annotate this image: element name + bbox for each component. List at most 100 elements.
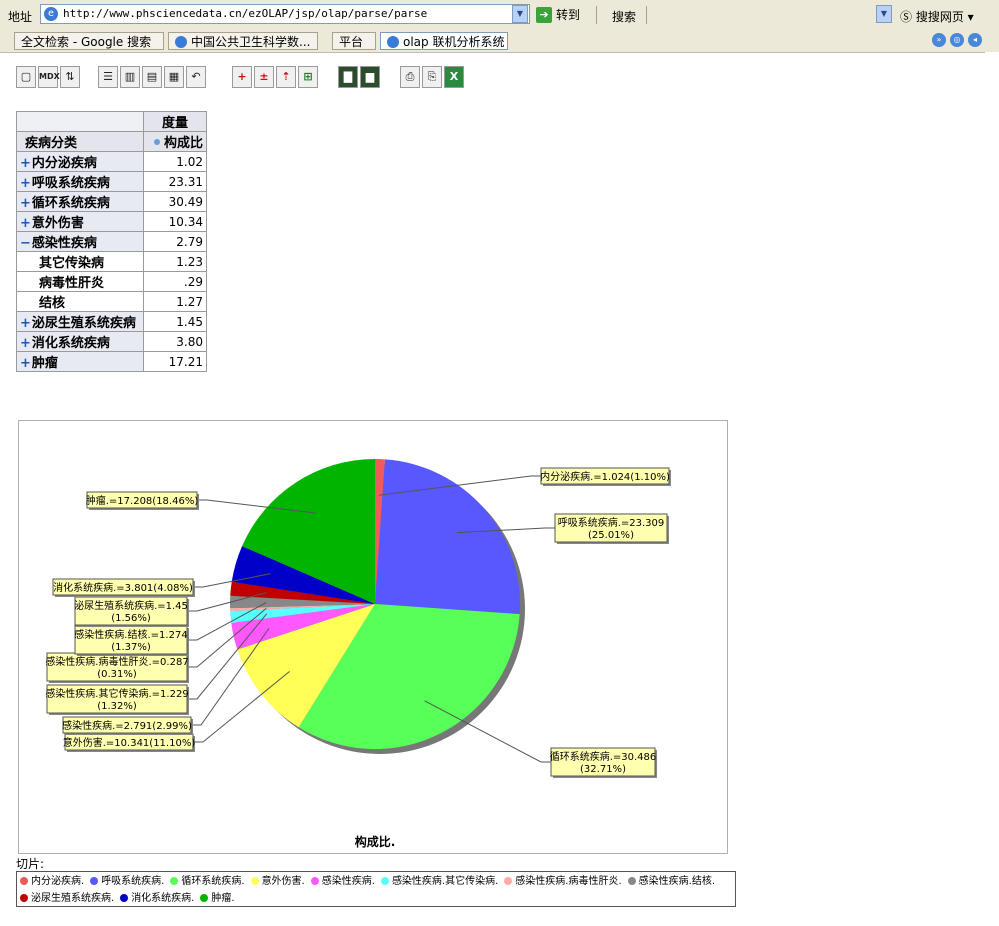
slice-label: 感染性疾病.结核.=1.274 <box>74 628 187 641</box>
row-label[interactable]: +循环系统疾病 <box>16 191 144 212</box>
row-label[interactable]: +肿瘤 <box>16 351 144 372</box>
table-row: +呼吸系统疾病 23.31 <box>16 171 207 192</box>
legend-item: 感染性疾病. <box>310 873 375 890</box>
slice-label: 感染性疾病.=2.791(2.99%) <box>62 719 192 732</box>
table-row: +消化系统疾病 3.80 <box>16 331 207 352</box>
legend-item: 感染性疾病.病毒性肝炎. <box>504 873 622 890</box>
swap-axes-icon[interactable]: ↶ <box>186 66 206 88</box>
separator <box>596 6 597 24</box>
chart-legend: 内分泌疾病. 呼吸系统疾病. 循环系统疾病. 意外伤害. 感染性疾病. 感染性疾病.其它传… <box>16 871 736 907</box>
cell-value: 30.49 <box>143 191 207 212</box>
url-dropdown-icon[interactable]: ▼ <box>512 5 528 23</box>
cell-value: 2.79 <box>143 231 207 252</box>
table-row: +意外伤害 10.34 <box>16 211 207 232</box>
layout-1-icon[interactable]: ☰ <box>98 66 118 88</box>
expand-icon[interactable]: + <box>20 176 31 191</box>
expand-icon[interactable]: + <box>20 336 31 351</box>
mdx-button[interactable]: MDX <box>38 66 60 88</box>
measure-header: 度量 <box>143 111 207 132</box>
excel-export-icon[interactable]: X <box>444 66 464 88</box>
cell-value: 1.02 <box>143 151 207 172</box>
cell-value: 10.34 <box>143 211 207 232</box>
pie-chart-svg: 内分泌疾病.=1.024(1.10%) 呼吸系统疾病.=23.309(25.01%… <box>45 459 671 849</box>
expand-icon[interactable]: ⊞ <box>298 66 318 88</box>
cell-value: 3.80 <box>143 331 207 352</box>
cell-value: 1.27 <box>143 291 207 312</box>
tab-google-search[interactable]: 全文检索 - Google 搜索 <box>14 32 164 50</box>
quick-tabs-icon[interactable]: ◎ <box>950 33 964 47</box>
url-input[interactable]: e http://www.phsciencedata.cn/ezOLAP/jsp… <box>40 4 530 24</box>
legend-item: 肿瘤. <box>200 890 235 907</box>
expand-icon[interactable]: + <box>20 156 31 171</box>
pie-slice[interactable] <box>375 459 520 615</box>
table-row: +泌尿生殖系统疾病 1.45 <box>16 311 207 332</box>
drill-plus-icon[interactable]: + <box>232 66 252 88</box>
tab-olap[interactable]: olap 联机分析系统 <box>380 32 508 50</box>
print-preview-icon[interactable]: ⎘ <box>422 66 442 88</box>
layout-4-icon[interactable]: ▦ <box>164 66 184 88</box>
expand-icon[interactable]: + <box>20 196 31 211</box>
legend-dot-icon <box>20 877 28 885</box>
sogou-search-button[interactable]: Ⓢ 搜搜网页 ▾ <box>900 8 974 25</box>
cell-value: 1.45 <box>143 311 207 332</box>
sort-icon[interactable] <box>153 139 160 145</box>
sort-icon[interactable]: ⇅ <box>60 66 80 88</box>
row-label[interactable]: +呼吸系统疾病 <box>16 171 144 192</box>
table-row: +内分泌疾病 1.02 <box>16 151 207 172</box>
legend-item: 感染性疾病.结核. <box>627 873 715 890</box>
slice-label: 感染性疾病.病毒性肝炎.=0.287 <box>45 655 188 668</box>
dimension-header: 疾病分类 <box>16 131 144 152</box>
slice-label: (1.37%) <box>111 642 151 653</box>
drill-through-icon[interactable]: ⇡ <box>276 66 296 88</box>
legend-row: 泌尿生殖系统疾病. 消化系统疾病. 肿瘤. <box>20 890 732 907</box>
row-label: 结核 <box>16 291 144 312</box>
table-row: 结核 1.27 <box>16 291 207 312</box>
new-tab-icon[interactable]: ◂ <box>968 33 982 47</box>
expand-icon[interactable]: + <box>20 216 31 231</box>
legend-item: 消化系统疾病. <box>120 890 194 907</box>
expand-icon[interactable]: + <box>20 356 31 371</box>
cell-value: .29 <box>143 271 207 292</box>
pivot-table: 度量 疾病分类 构成比 +内分泌疾病 1.02 +呼吸系统疾病 23.31 +循环系统疾… <box>16 111 207 372</box>
cell-value: 1.23 <box>143 251 207 272</box>
row-label[interactable]: +内分泌疾病 <box>16 151 144 172</box>
row-label[interactable]: +消化系统疾病 <box>16 331 144 352</box>
table-row: +肿瘤 17.21 <box>16 351 207 372</box>
slice-label: (0.31%) <box>97 669 137 680</box>
drill-minus-icon[interactable]: ± <box>254 66 274 88</box>
go-button[interactable]: 转到 <box>534 5 580 25</box>
address-bar: 地址 e http://www.phsciencedata.cn/ezOLAP/… <box>0 0 999 31</box>
slice-label: 肿瘤.=17.208(18.46%) <box>86 494 199 507</box>
row-label: 其它传染病 <box>16 251 144 272</box>
layout-2-icon[interactable]: ▥ <box>120 66 140 88</box>
corner-cell <box>16 111 144 132</box>
search-dropdown-icon[interactable]: ▼ <box>876 5 892 23</box>
ie-page-icon <box>387 36 399 48</box>
cell-value: 23.31 <box>143 171 207 192</box>
collapse-icon[interactable]: − <box>20 236 31 251</box>
page-icon <box>175 36 187 48</box>
legend-item: 内分泌疾病. <box>20 873 84 890</box>
layout-3-icon[interactable]: ▤ <box>142 66 162 88</box>
table-row: 病毒性肝炎 .29 <box>16 271 207 292</box>
tab-platform[interactable]: 平台 <box>332 32 376 50</box>
expand-icon[interactable]: + <box>20 316 31 331</box>
pie-chart: 内分泌疾病.=1.024(1.10%) 呼吸系统疾病.=23.309 (25.01%… <box>18 420 728 854</box>
legend-dot-icon <box>90 877 99 885</box>
row-label[interactable]: +意外伤害 <box>16 211 144 232</box>
print-icon[interactable]: ⎙ <box>400 66 420 88</box>
measure-name-header[interactable]: 构成比 <box>143 131 207 152</box>
separator <box>646 6 647 24</box>
ie-page-icon: e <box>44 7 58 21</box>
row-label[interactable]: −感染性疾病 <box>16 231 144 252</box>
slice-label: (32.71%) <box>580 764 626 775</box>
table-row: +循环系统疾病 30.49 <box>16 191 207 212</box>
chart-icon[interactable]: ▇ <box>338 66 358 88</box>
table-row: 其它传染病 1.23 <box>16 251 207 272</box>
tab-phsciencedata[interactable]: 中国公共卫生科学数... <box>168 32 318 50</box>
chart-settings-icon[interactable]: ▆ <box>360 66 380 88</box>
row-label[interactable]: +泌尿生殖系统疾病 <box>16 311 144 332</box>
search-label[interactable]: 搜索 <box>612 8 636 25</box>
tab-list-icon[interactable]: » <box>932 33 946 47</box>
cube-icon[interactable]: ▢ <box>16 66 36 88</box>
